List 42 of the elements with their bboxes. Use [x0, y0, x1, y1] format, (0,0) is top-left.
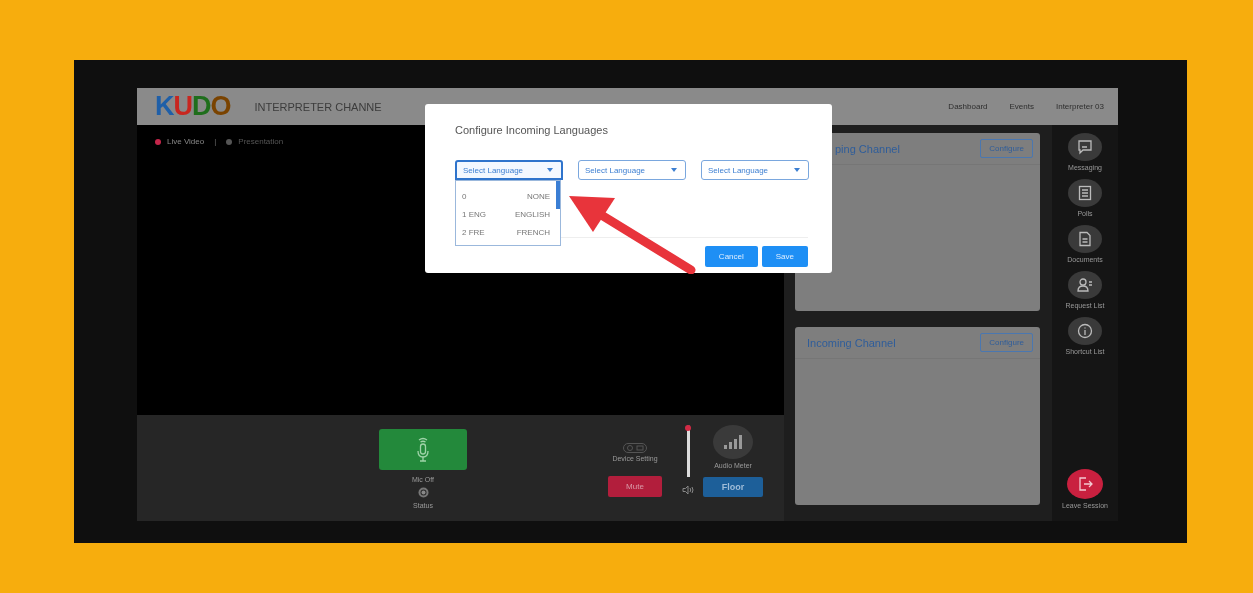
tab-separator: |	[214, 137, 217, 146]
chat-icon	[1077, 139, 1093, 155]
sidebar-button[interactable]	[1068, 317, 1102, 345]
sidebar-button[interactable]	[1068, 179, 1102, 207]
nav-link[interactable]: Events	[1009, 102, 1034, 111]
sidebar-button[interactable]	[1068, 133, 1102, 161]
save-button[interactable]: Save	[761, 246, 808, 267]
level-bars-icon	[724, 435, 742, 449]
audio-meter-button[interactable]	[713, 425, 753, 459]
language-option[interactable]: 0 NONE	[462, 187, 550, 205]
language-select[interactable]: Select Language	[578, 160, 686, 180]
language-option[interactable]: 1 ENG ENGLISH	[462, 205, 550, 223]
mute-button[interactable]: Mute	[608, 476, 662, 497]
language-select[interactable]: Select Language	[701, 160, 809, 180]
language-select[interactable]: Select Language	[455, 160, 563, 180]
nav-link[interactable]: Interpreter 03	[1055, 102, 1104, 111]
language-option[interactable]: 2 FRE FRENCH	[462, 223, 550, 241]
floor-button[interactable]: Floor	[703, 477, 763, 497]
kudo-logo: KUDO	[155, 93, 231, 120]
channel-title: ping Channel	[835, 142, 900, 155]
list-icon	[1077, 185, 1093, 201]
person-list-icon	[1077, 277, 1093, 293]
video-tab[interactable]: Live Video	[155, 137, 205, 146]
speaker-icon	[682, 485, 694, 495]
microphone-icon	[416, 436, 430, 463]
document-icon	[1077, 231, 1093, 247]
cancel-button[interactable]: Cancel	[704, 246, 758, 267]
sidebar-button[interactable]	[1068, 271, 1102, 299]
channel-title: Incoming Channel	[807, 336, 896, 349]
leave-button[interactable]	[1067, 469, 1103, 499]
info-icon	[1077, 323, 1093, 339]
caret-icon	[547, 168, 553, 172]
sidebar-button[interactable]	[1068, 225, 1102, 253]
exit-icon	[1077, 476, 1093, 492]
caret-icon	[671, 168, 677, 172]
nav-link[interactable]: Dashboard	[948, 102, 988, 111]
caret-icon	[794, 168, 800, 172]
volume-slider[interactable]	[686, 425, 690, 477]
page-title: INTERPRETER CHANNE	[254, 100, 382, 113]
dialog-title: Configure Incoming Languages	[455, 124, 609, 136]
status-icon[interactable]	[417, 487, 429, 498]
video-tab[interactable]: Presentation	[226, 137, 284, 146]
